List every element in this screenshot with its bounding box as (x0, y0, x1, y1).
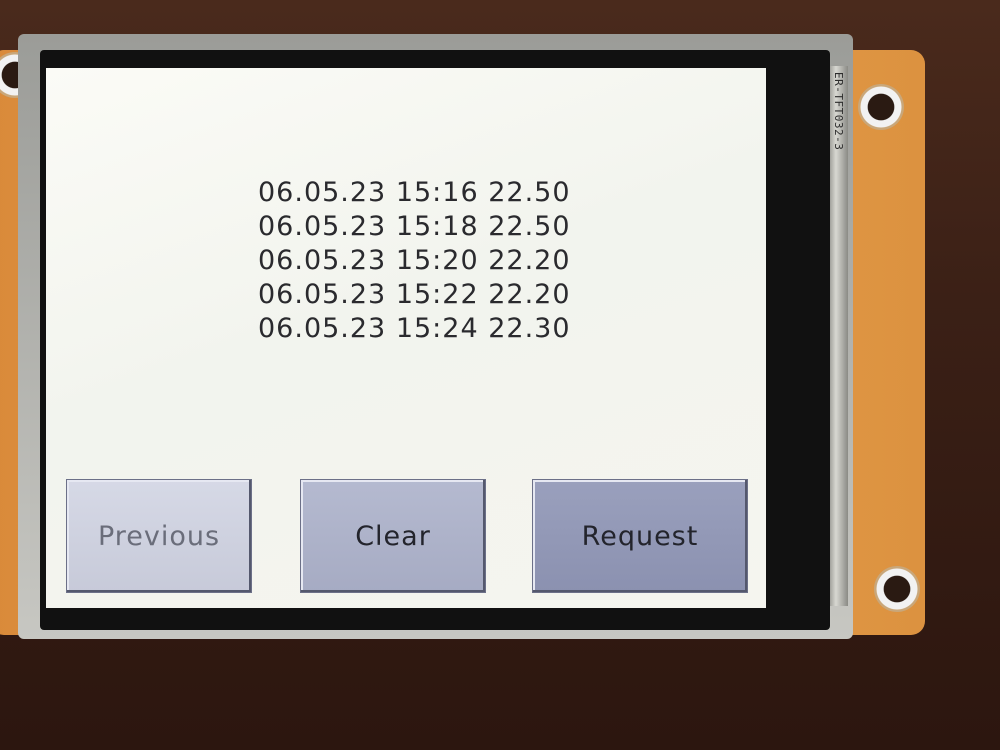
temperature-log: 06.05.23 15:16 22.50 06.05.23 15:18 22.5… (258, 176, 578, 346)
log-row: 06.05.23 15:16 22.50 (258, 177, 571, 208)
log-row: 06.05.23 15:18 22.50 (258, 211, 571, 242)
previous-button[interactable]: Previous (66, 479, 252, 593)
request-button[interactable]: Request (532, 479, 748, 593)
photo-scene: ER-TFT032-3 06.05.23 15:16 22.50 06.05.2… (0, 0, 1000, 750)
log-row: 06.05.23 15:24 22.30 (258, 313, 571, 344)
lcd-bezel: 06.05.23 15:16 22.50 06.05.23 15:18 22.5… (40, 50, 830, 630)
mount-hole-icon (858, 84, 904, 130)
clear-button[interactable]: Clear (300, 479, 486, 593)
mount-hole-icon (874, 566, 920, 612)
log-row: 06.05.23 15:22 22.20 (258, 279, 571, 310)
log-row: 06.05.23 15:20 22.20 (258, 245, 571, 276)
ribbon-label: ER-TFT032-3 (832, 72, 845, 151)
touch-screen: 06.05.23 15:16 22.50 06.05.23 15:18 22.5… (46, 68, 766, 608)
